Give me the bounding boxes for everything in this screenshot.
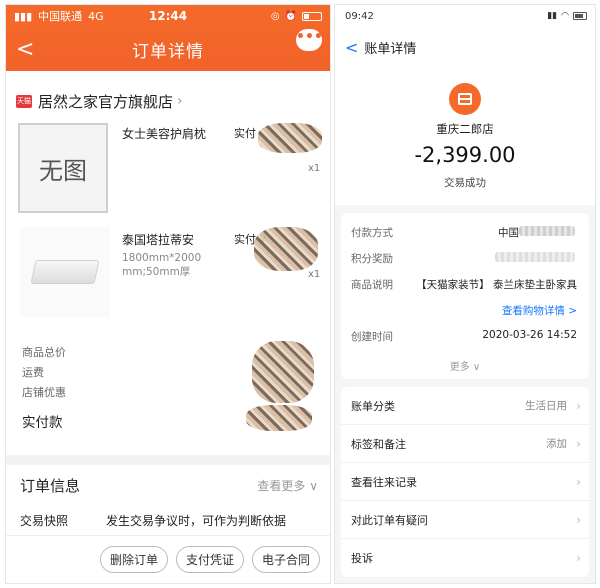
detail-value: 【天猫家装节】 泰兰床垫主卧家具 (416, 279, 577, 291)
screenshot-composite: ▮▮▮ 中国联通 4G 12:44 ◎ ⏰ < 订单详情 ••• 天猫 居然之家… (0, 0, 600, 588)
paid-total-label: 实付款 (22, 415, 63, 431)
payment-proof-button[interactable]: 支付凭证 (175, 546, 244, 573)
row-value: 生活日用 (525, 400, 567, 412)
detail-value: 2020-03-26 14:52 (482, 329, 577, 341)
tmall-badge: 天猫 (16, 94, 32, 108)
details-card: 付款方式 中国 积分奖励 商品说明 【天猫家装节】 泰兰床垫主卧家具 查看购物详… (341, 213, 589, 379)
order-detail-screen: ▮▮▮ 中国联通 4G 12:44 ◎ ⏰ < 订单详情 ••• 天猫 居然之家… (5, 4, 331, 584)
divider (6, 455, 330, 465)
clock: 09:42 (345, 10, 374, 22)
no-image-label: 无图 (39, 156, 87, 185)
fee-list: 商品总价 运费 店铺优惠 (6, 341, 330, 403)
redacted-amounts (252, 341, 314, 403)
product-thumbnail (20, 227, 110, 317)
product-thumbnail: 无图 (18, 123, 108, 213)
order-info-title: 订单信息 (20, 476, 81, 495)
e-contract-button[interactable]: 电子合同 (251, 546, 320, 573)
snapshot-value: 发生交易争议时，可作为判断依据 (106, 513, 287, 528)
redacted-price (254, 227, 318, 271)
clock: 12:44 (148, 9, 188, 23)
transaction-amount: -2,399.00 (414, 143, 516, 167)
signal-icon: ▮▮ (547, 11, 558, 21)
battery-icon (573, 12, 587, 20)
mattress-image (30, 260, 100, 284)
bill-category-row[interactable]: 账单分类 生活日用 › (341, 387, 589, 425)
chevron-right-icon: › (177, 93, 183, 109)
row-value: 添加 (546, 438, 567, 450)
action-bar: 删除订单 支付凭证 电子合同 (6, 535, 330, 583)
more-menu-button[interactable]: ••• (296, 29, 323, 51)
store-name: 居然之家官方旗舰店 (38, 92, 174, 111)
signal-icon: ▮▮▮ (14, 9, 33, 23)
page-title: 订单详情 (132, 41, 204, 62)
alarm-icon: ⏰ (284, 10, 297, 22)
transaction-summary: 重庆二郎店 -2,399.00 交易成功 (335, 67, 595, 205)
paid-total-row: 实付款 (6, 405, 330, 441)
row-label: 查看往来记录 (351, 475, 417, 489)
chevron-right-icon: › (576, 474, 581, 489)
question-row[interactable]: 对此订单有疑问 › (341, 501, 589, 539)
snapshot-row[interactable]: 交易快照 发生交易争议时，可作为判断依据 (6, 505, 330, 535)
location-icon: ◎ (270, 10, 280, 22)
complaint-row[interactable]: 投诉 › (341, 539, 589, 577)
status-icons: ▮▮ ◠ (547, 11, 587, 21)
product-name: 女士美容护肩枕 (122, 127, 207, 141)
row-label: 账单分类 (351, 399, 395, 413)
header: ▮▮▮ 中国联通 4G 12:44 ◎ ⏰ < 订单详情 ••• (6, 5, 330, 71)
quantity: x1 (308, 269, 321, 280)
nav-bar: < 账单详情 (335, 27, 595, 67)
page-title: 账单详情 (364, 41, 417, 57)
product-item-2[interactable]: 泰国塔拉蒂安 1800mm*2000 mm;50mm厚 实付 ¥ x1 (6, 225, 330, 331)
detail-key: 积分奖励 (351, 253, 393, 265)
snapshot-key: 交易快照 (20, 513, 69, 528)
back-button[interactable]: < (16, 37, 34, 62)
status-icons: ◎ ⏰ (271, 11, 322, 22)
network-type: 4G (88, 9, 104, 23)
product-spec: 1800mm*2000 mm;50mm厚 (122, 252, 202, 278)
order-info-header: 订单信息 查看更多 ∨ (6, 465, 330, 505)
chevron-right-icon: › (576, 436, 581, 451)
redacted-points (495, 252, 575, 262)
paid-label: 实付 (234, 127, 256, 140)
tags-notes-row[interactable]: 标签和备注 添加 › (341, 425, 589, 463)
back-button[interactable]: < (345, 38, 358, 57)
bill-detail-screen: 09:42 ▮▮ ◠ < 账单详情 重庆二郎店 -2,399.00 交易成功 付… (334, 4, 596, 584)
product-item-1[interactable]: 无图 女士美容护肩枕 实付 x1 (6, 119, 330, 225)
actions-card: 账单分类 生活日用 › 标签和备注 添加 › 查看往来记录 › 对此订单有疑问 … (341, 387, 589, 577)
delete-order-button[interactable]: 删除订单 (99, 546, 168, 573)
store-link[interactable]: 天猫 居然之家官方旗舰店 › (6, 83, 330, 119)
row-label: 对此订单有疑问 (351, 513, 428, 527)
chevron-right-icon: › (576, 512, 581, 527)
merchant-logo-icon (449, 83, 481, 115)
redacted-payment (519, 226, 575, 236)
detail-key: 创建时间 (351, 331, 393, 343)
detail-key: 付款方式 (351, 227, 393, 239)
quantity: x1 (308, 163, 321, 174)
history-row[interactable]: 查看往来记录 › (341, 463, 589, 501)
carrier: ▮▮▮ 中国联通 4G (14, 8, 104, 24)
row-label: 投诉 (351, 552, 373, 565)
redacted-total (246, 405, 312, 431)
wifi-icon: ◠ (561, 11, 569, 21)
transaction-status: 交易成功 (444, 177, 486, 189)
merchant-name: 重庆二郎店 (436, 122, 494, 136)
detail-key: 商品说明 (351, 279, 393, 291)
status-bar: 09:42 ▮▮ ◠ (335, 5, 595, 27)
status-bar: ▮▮▮ 中国联通 4G 12:44 ◎ ⏰ (6, 5, 330, 27)
nav-bar: < 订单详情 ••• (6, 27, 330, 71)
carrier-name: 中国联通 (38, 10, 83, 23)
row-label: 标签和备注 (351, 437, 406, 451)
product-name: 泰国塔拉蒂安 (122, 233, 195, 247)
chevron-right-icon: › (576, 398, 581, 413)
chevron-right-icon: › (576, 551, 581, 565)
view-more-link[interactable]: 查看更多 ∨ (257, 477, 318, 494)
more-button[interactable]: 更多 ∨ (341, 358, 589, 373)
detail-value: 中国 (498, 227, 519, 239)
battery-icon (302, 11, 322, 21)
redacted-price (258, 123, 322, 153)
view-purchase-details-link[interactable]: 查看购物详情 > (502, 303, 577, 318)
